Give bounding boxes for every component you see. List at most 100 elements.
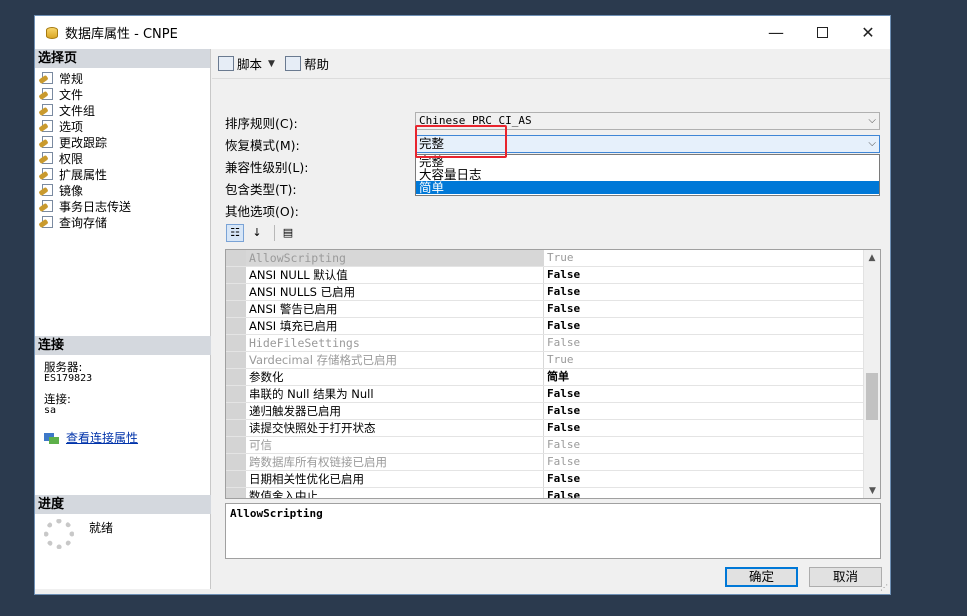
sidebar-item-label: 权限 (59, 151, 84, 166)
select-page-header: 选择页 (35, 49, 210, 68)
database-icon (45, 25, 59, 41)
scroll-down-icon[interactable]: ▼ (864, 483, 880, 498)
property-row[interactable]: AllowScripting True (226, 250, 880, 267)
property-pages-button[interactable]: ▤ (279, 224, 297, 242)
property-row[interactable]: 日期相关性优化已启用 False (226, 471, 880, 488)
property-name: 递归触发器已启用 (246, 403, 544, 419)
property-description: AllowScripting (225, 503, 881, 559)
sidebar-item-label: 常规 (59, 71, 84, 86)
property-value: False (547, 302, 581, 315)
property-value: False (547, 489, 581, 499)
maximize-button[interactable] (799, 16, 845, 49)
property-row[interactable]: 可信 False (226, 437, 880, 454)
chevron-down-icon: ⌵ (868, 115, 876, 126)
property-row[interactable]: ANSI NULL 默认值 False (226, 267, 880, 284)
chevron-down-icon: ⌵ (868, 138, 876, 149)
property-pages-icon: ▤ (282, 226, 294, 239)
cancel-button[interactable]: 取消 (809, 567, 882, 587)
dropdown-option-bulk-logged[interactable]: 大容量日志 (416, 168, 879, 181)
sort-az-icon: ↓ (252, 226, 262, 239)
script-label: 脚本 (237, 57, 263, 72)
page-wrench-icon (38, 199, 55, 213)
progress-status: 就绪 (89, 521, 114, 535)
recovery-model-dropdown: 完整 大容量日志 简单 (415, 154, 880, 196)
title-bar[interactable]: 数据库属性 - CNPE — ✕ (35, 16, 890, 49)
property-row[interactable]: 串联的 Null 结果为 Null False (226, 386, 880, 403)
property-value: False (547, 387, 581, 400)
page-list: 常规 文件 文件组 选项 更改跟踪 权限 扩展属性 镜像 事务日志传送 查询存储 (35, 68, 210, 230)
property-name: Vardecimal 存储格式已启用 (246, 352, 544, 368)
close-button[interactable]: ✕ (845, 16, 891, 49)
property-row[interactable]: 读提交快照处于打开状态 False (226, 420, 880, 437)
connection-header: 连接 (35, 336, 211, 355)
property-row[interactable]: ANSI 填充已启用 False (226, 318, 880, 335)
property-name: ANSI NULL 默认值 (246, 267, 544, 283)
property-row[interactable]: Vardecimal 存储格式已启用 True (226, 352, 880, 369)
property-row[interactable]: 递归触发器已启用 False (226, 403, 880, 420)
sidebar-item-extended-properties[interactable]: 扩展属性 (35, 166, 210, 182)
property-row[interactable]: ANSI 警告已启用 False (226, 301, 880, 318)
recovery-model-label: 恢复模式(M): (225, 138, 300, 153)
sidebar-item-mirroring[interactable]: 镜像 (35, 182, 210, 198)
property-value: False (547, 455, 581, 468)
connection-properties-icon (44, 432, 60, 444)
sidebar-item-options[interactable]: 选项 (35, 118, 210, 134)
database-properties-window: 数据库属性 - CNPE — ✕ 选择页 常规 文件 文件组 选项 更改跟踪 权… (34, 15, 891, 595)
page-wrench-icon (38, 215, 55, 229)
property-value: False (547, 319, 581, 332)
sidebar-item-permissions[interactable]: 权限 (35, 150, 210, 166)
sidebar-item-label: 事务日志传送 (59, 199, 132, 214)
view-connection-properties-link[interactable]: 查看连接属性 (44, 429, 138, 446)
property-name: 数值舍入中止 (246, 488, 544, 498)
page-wrench-icon (38, 71, 55, 85)
sidebar-item-label: 文件 (59, 87, 84, 102)
property-value: True (547, 251, 574, 264)
categorized-view-button[interactable]: ☷ (226, 224, 244, 242)
chevron-down-icon[interactable]: ▼ (268, 59, 275, 69)
sidebar-item-change-tracking[interactable]: 更改跟踪 (35, 134, 210, 150)
property-row[interactable]: HideFileSettings False (226, 335, 880, 352)
compatibility-level-label: 兼容性级别(L): (225, 160, 309, 175)
connection-info: 服务器: ES179823 连接: sa (44, 361, 93, 416)
maximize-icon (816, 27, 828, 38)
dropdown-option-simple[interactable]: 简单 (416, 181, 879, 194)
scrollbar-thumb[interactable] (866, 373, 878, 420)
sidebar-item-query-store[interactable]: 查询存储 (35, 214, 210, 230)
minimize-button[interactable]: — (753, 16, 799, 49)
script-button[interactable]: 脚本 ▼ (218, 54, 275, 73)
sidebar-item-general[interactable]: 常规 (35, 70, 210, 86)
resize-grip-icon[interactable]: ⋰ (880, 583, 888, 592)
sidebar-item-files[interactable]: 文件 (35, 86, 210, 102)
connection-value: sa (44, 405, 57, 416)
alphabetical-sort-button[interactable]: ↓ (248, 224, 266, 242)
property-row[interactable]: 跨数据库所有权链接已启用 False (226, 454, 880, 471)
property-name: 跨数据库所有权链接已启用 (246, 454, 544, 470)
property-row[interactable]: 数值舍入中止 False (226, 488, 880, 499)
help-icon (284, 56, 301, 71)
sidebar-item-filegroups[interactable]: 文件组 (35, 102, 210, 118)
property-value: False (547, 268, 581, 281)
property-name: ANSI 警告已启用 (246, 301, 544, 317)
property-name: ANSI 填充已启用 (246, 318, 544, 334)
property-row[interactable]: 参数化 简单 (226, 369, 880, 386)
page-wrench-icon (38, 167, 55, 181)
sidebar-item-log-shipping[interactable]: 事务日志传送 (35, 198, 210, 214)
help-label: 帮助 (303, 57, 329, 72)
scroll-up-icon[interactable]: ▲ (864, 250, 880, 267)
sidebar-item-label: 更改跟踪 (59, 135, 108, 150)
toolbar-separator (274, 225, 275, 241)
property-name: ANSI NULLS 已启用 (246, 284, 544, 300)
page-wrench-icon (38, 151, 55, 165)
help-button[interactable]: 帮助 (284, 54, 329, 73)
progress-area: 就绪 (44, 519, 113, 549)
minimize-icon: — (768, 23, 784, 42)
property-grid-scrollbar[interactable]: ▲ ▼ (863, 250, 880, 498)
toolbar: 脚本 ▼ 帮助 (212, 49, 890, 79)
ok-button[interactable]: 确定 (725, 567, 798, 587)
annotation-highlight-box (415, 125, 507, 158)
property-value: 简单 (547, 370, 569, 383)
categorized-icon: ☷ (230, 226, 240, 239)
connection-label: 连接: (44, 392, 71, 406)
property-row[interactable]: ANSI NULLS 已启用 False (226, 284, 880, 301)
server-value: ES179823 (44, 373, 93, 384)
